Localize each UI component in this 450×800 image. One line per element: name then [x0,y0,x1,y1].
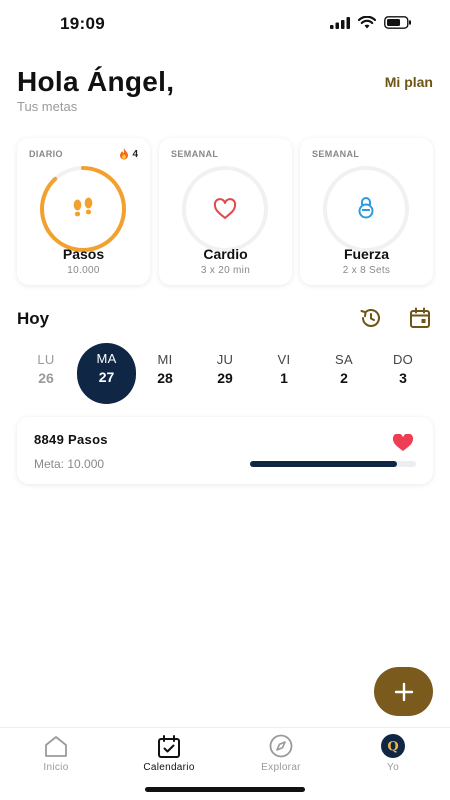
day-ju[interactable]: JU 29 [196,346,254,404]
home-indicator [145,787,305,792]
goal-detail: 2 x 8 Sets [342,265,391,276]
goal-name: Cardio [203,246,248,262]
strength-progress-ring [323,166,409,252]
day-mi[interactable]: MI 28 [136,346,194,404]
signal-icon [330,16,350,29]
goal-frequency: SEMANAL [171,149,219,159]
steps-goal: Meta: 10.000 [34,457,105,471]
compass-icon [269,734,293,758]
tab-label: Calendario [143,762,195,773]
greeting-title: Hola Ángel, [17,66,175,97]
tab-label: Yo [387,762,399,773]
my-plan-link[interactable]: Mi plan [385,74,433,90]
day-name: LU [37,352,55,367]
day-number: 29 [217,370,233,386]
steps-count: 8849 Pasos [34,432,108,447]
streak-count: 4 [132,148,138,160]
steps-progress-fill [250,461,397,467]
day-name: DO [392,352,414,367]
steps-progress-ring [40,166,126,252]
svg-text:Q: Q [387,740,398,755]
day-name: SA [335,352,353,367]
goal-frequency: SEMANAL [312,149,360,159]
calendar-today-icon[interactable] [408,306,432,330]
day-number: 28 [157,370,173,386]
wifi-icon [358,16,376,29]
day-name: MA [96,351,117,366]
cardio-progress-ring [182,166,268,252]
day-vi[interactable]: VI 1 [255,346,313,404]
day-lu[interactable]: LU 26 [17,346,75,404]
goal-card-strength[interactable]: SEMANAL Fuerza 2 x 8 Sets [300,138,433,285]
today-title: Hoy [17,309,50,328]
add-button[interactable] [374,667,433,716]
status-bar: 19:09 [0,0,450,48]
tab-label: Inicio [43,762,69,773]
heart-icon [213,198,237,219]
avatar-icon: Q [381,734,405,758]
status-time: 19:09 [60,14,105,33]
tab-yo[interactable]: Q Yo [348,733,438,773]
goal-name: Pasos [62,246,105,262]
day-name: JU [216,352,234,367]
goal-card-cardio[interactable]: SEMANAL Cardio 3 x 20 min [159,138,292,285]
day-do[interactable]: DO 3 [374,346,432,404]
tab-calendario[interactable]: Calendario [124,733,214,773]
steps-card[interactable]: 8849 Pasos Meta: 10.000 [17,417,433,484]
heart-icon [392,434,414,451]
plus-icon [394,682,413,701]
day-number: 3 [399,370,407,386]
goals-subtitle: Tus metas [17,99,78,114]
day-number: 27 [98,369,115,385]
home-icon [45,736,67,757]
streak-badge: 4 [119,148,138,160]
day-ma-selected[interactable]: MA 27 [77,343,136,404]
goal-detail: 3 x 20 min [200,265,251,276]
tab-label: Explorar [261,762,301,773]
flame-icon [120,148,129,160]
goal-card-steps[interactable]: DIARIO 4 Pasos 10.000 [17,138,150,285]
history-icon[interactable] [358,306,382,330]
goal-name: Fuerza [343,246,390,262]
day-name: VI [277,352,291,367]
steps-progress-bar [250,461,416,467]
goal-frequency: DIARIO [29,149,63,159]
footsteps-icon [73,197,93,217]
day-number: 26 [38,370,54,386]
battery-icon [384,16,411,29]
kettlebell-icon [358,197,374,219]
tab-inicio[interactable]: Inicio [11,733,101,773]
day-number: 2 [340,370,348,386]
status-icons [330,16,412,29]
day-number: 1 [280,370,288,386]
calendar-icon [158,734,180,758]
goal-detail: 10.000 [67,265,100,276]
day-name: MI [157,352,173,367]
tab-explorar[interactable]: Explorar [236,733,326,773]
day-sa[interactable]: SA 2 [315,346,373,404]
